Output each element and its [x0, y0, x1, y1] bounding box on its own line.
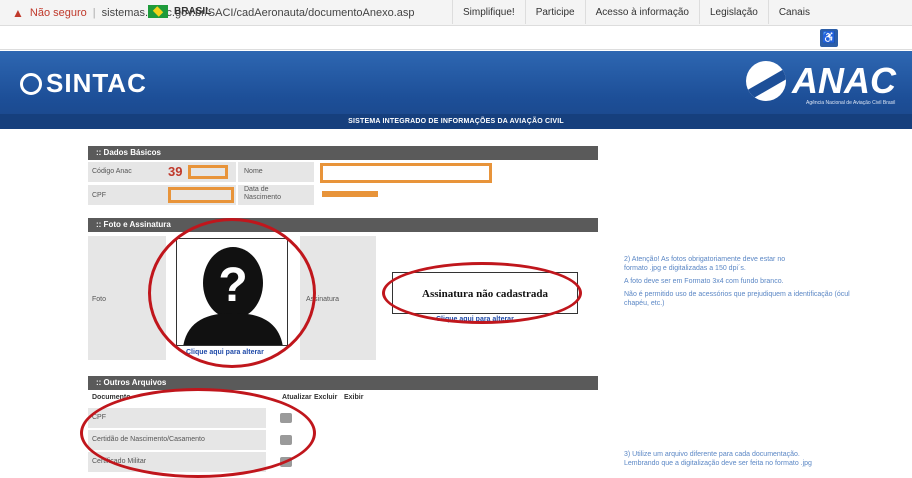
- brazil-flag-icon: [148, 5, 168, 18]
- note2-line5: chapéu, etc.): [624, 300, 665, 307]
- nasc-label: Data de Nascimento: [244, 186, 281, 201]
- highlight-photo-oval: [148, 218, 316, 368]
- nome-redaction: [320, 163, 492, 183]
- govlink-acesso[interactable]: Acesso à informação: [584, 0, 699, 24]
- separator: |: [92, 6, 96, 19]
- arquivos-header: :: Outros Arquivos: [88, 376, 598, 390]
- note2-line4: Não é permitido uso de acessórios que pr…: [624, 291, 850, 298]
- anac-text: ANAC: [792, 60, 896, 101]
- system-subtitle: SISTEMA INTEGRADO DE INFORMAÇÕES DA AVIA…: [0, 114, 912, 129]
- gov-bar: [0, 26, 912, 50]
- nome-label: Nome: [244, 168, 263, 175]
- anac-logo[interactable]: ANAC: [746, 60, 896, 102]
- sintac-circle-icon: [20, 72, 42, 95]
- note3-line1: 3) Utilize um arquivo diferente para cad…: [624, 451, 800, 458]
- codigo-value: 39: [168, 164, 183, 179]
- note2-line2: formato .jpg e digitalizadas a 150 dpi´s…: [624, 265, 746, 272]
- note-foto: 2) Atenção! As fotos obrigatoriamente de…: [624, 255, 912, 308]
- govlink-simplifique[interactable]: Simplifique!: [452, 0, 525, 24]
- foto-label: Foto: [92, 296, 107, 303]
- codigo-redaction: [188, 165, 228, 179]
- note2-line3: A foto deve ser em Formato 3x4 com fundo…: [624, 278, 784, 285]
- foto-header: :: Foto e Assinatura: [88, 218, 598, 232]
- sintac-logo[interactable]: SINTAC: [20, 68, 147, 99]
- highlight-files-oval: [80, 388, 316, 478]
- dados-header: :: Dados Básicos: [88, 146, 598, 160]
- accessibility-icon[interactable]: ♿: [820, 29, 838, 47]
- brasil-label: BRASIL: [174, 6, 212, 17]
- codigo-label: Código Anac: [92, 168, 132, 175]
- nasc-redaction: [322, 191, 378, 197]
- col-exibir: Exibir: [344, 394, 364, 401]
- govlink-legislacao[interactable]: Legislação: [699, 0, 768, 24]
- anac-subtitle: Agência Nacional de Aviação Civil Brasil: [806, 100, 896, 106]
- security-label: Não seguro: [29, 6, 87, 19]
- note-arquivos: 3) Utilize um arquivo diferente para cad…: [624, 450, 912, 468]
- warning-icon: ▲: [12, 5, 24, 20]
- sintac-text: SINTAC: [46, 68, 147, 98]
- highlight-signature-oval: [382, 262, 582, 324]
- cpf-redaction: [168, 187, 234, 203]
- cpf-label: CPF: [92, 192, 106, 199]
- col-excluir: Excluir: [314, 394, 338, 401]
- gov-links: Simplifique! Participe Acesso à informaç…: [452, 0, 820, 24]
- govlink-participe[interactable]: Participe: [524, 0, 585, 24]
- anac-swoosh-icon: [746, 61, 786, 101]
- brasil-link[interactable]: BRASIL: [148, 5, 211, 18]
- col-atualizar: Atualizar: [282, 394, 312, 401]
- note2-line1: 2) Atenção! As fotos obrigatoriamente de…: [624, 256, 786, 263]
- note3-line2: Lembrando que a digitalização deve ser f…: [624, 460, 812, 467]
- govlink-canais[interactable]: Canais: [767, 0, 820, 24]
